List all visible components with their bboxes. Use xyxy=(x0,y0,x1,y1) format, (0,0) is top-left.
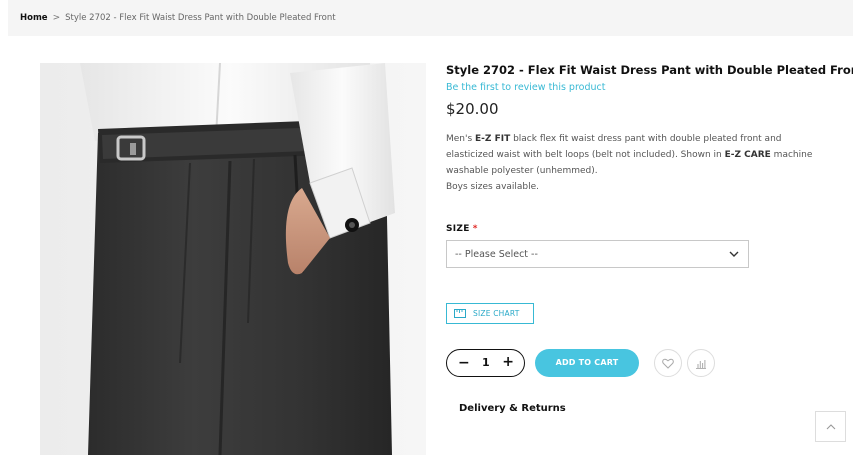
product-image[interactable] xyxy=(40,63,426,455)
description-line-2: elasticized waist with belt loops (belt … xyxy=(446,147,826,163)
scroll-to-top-button[interactable] xyxy=(815,411,846,442)
brand-ez-care: E-Z CARE xyxy=(724,150,771,160)
size-select-value: -- Please Select -- xyxy=(455,249,538,260)
description-text: black flex fit waist dress pant with dou… xyxy=(510,134,782,144)
product-description: Men's E-Z FIT black flex fit waist dress… xyxy=(446,131,826,195)
bar-chart-icon xyxy=(696,359,706,369)
add-to-cart-button[interactable]: ADD TO CART xyxy=(535,349,639,377)
product-photo-illustration xyxy=(40,63,426,455)
product-price: $20.00 xyxy=(446,100,499,118)
heart-icon xyxy=(662,358,674,369)
qty-value[interactable]: 1 xyxy=(482,356,490,369)
review-link[interactable]: Be the first to review this product xyxy=(446,82,836,94)
quantity-stepper: − 1 + xyxy=(446,349,525,377)
brand-ez-fit: E-Z FIT xyxy=(475,134,511,144)
required-mark: * xyxy=(472,224,478,234)
add-to-wishlist-button[interactable] xyxy=(654,349,682,377)
ruler-icon xyxy=(454,309,466,318)
size-chart-button[interactable]: SIZE CHART xyxy=(446,303,534,324)
size-select[interactable]: -- Please Select -- xyxy=(446,240,749,268)
breadcrumb-separator: > xyxy=(52,13,61,23)
size-label-text: SIZE xyxy=(446,224,470,234)
description-text: Men's xyxy=(446,134,476,144)
breadcrumb-bar: Home > Style 2702 - Flex Fit Waist Dress… xyxy=(8,0,853,36)
description-line-4: Boys sizes available. xyxy=(446,182,540,192)
breadcrumb: Home > Style 2702 - Flex Fit Waist Dress… xyxy=(20,13,336,23)
add-to-compare-button[interactable] xyxy=(687,349,715,377)
breadcrumb-current: Style 2702 - Flex Fit Waist Dress Pant w… xyxy=(65,13,336,23)
chevron-up-icon xyxy=(826,424,835,430)
delivery-returns-link[interactable]: Delivery & Returns xyxy=(459,403,566,414)
chevron-down-icon xyxy=(729,251,739,257)
product-title: Style 2702 - Flex Fit Waist Dress Pant w… xyxy=(446,63,853,77)
qty-decrease-button[interactable]: − xyxy=(458,355,470,371)
description-line-3: washable polyester (unhemmed). xyxy=(446,166,598,176)
size-option-label: SIZE * xyxy=(446,224,478,234)
description-line-1: Men's E-Z FIT black flex fit waist dress… xyxy=(446,131,826,147)
description-text: elasticized waist with belt loops (belt … xyxy=(446,150,725,160)
description-text: machine xyxy=(770,150,813,160)
breadcrumb-home-link[interactable]: Home xyxy=(20,13,48,23)
product-info: Style 2702 - Flex Fit Waist Dress Pant w… xyxy=(446,63,853,195)
qty-increase-button[interactable]: + xyxy=(502,354,514,370)
size-chart-label: SIZE CHART xyxy=(473,309,520,318)
